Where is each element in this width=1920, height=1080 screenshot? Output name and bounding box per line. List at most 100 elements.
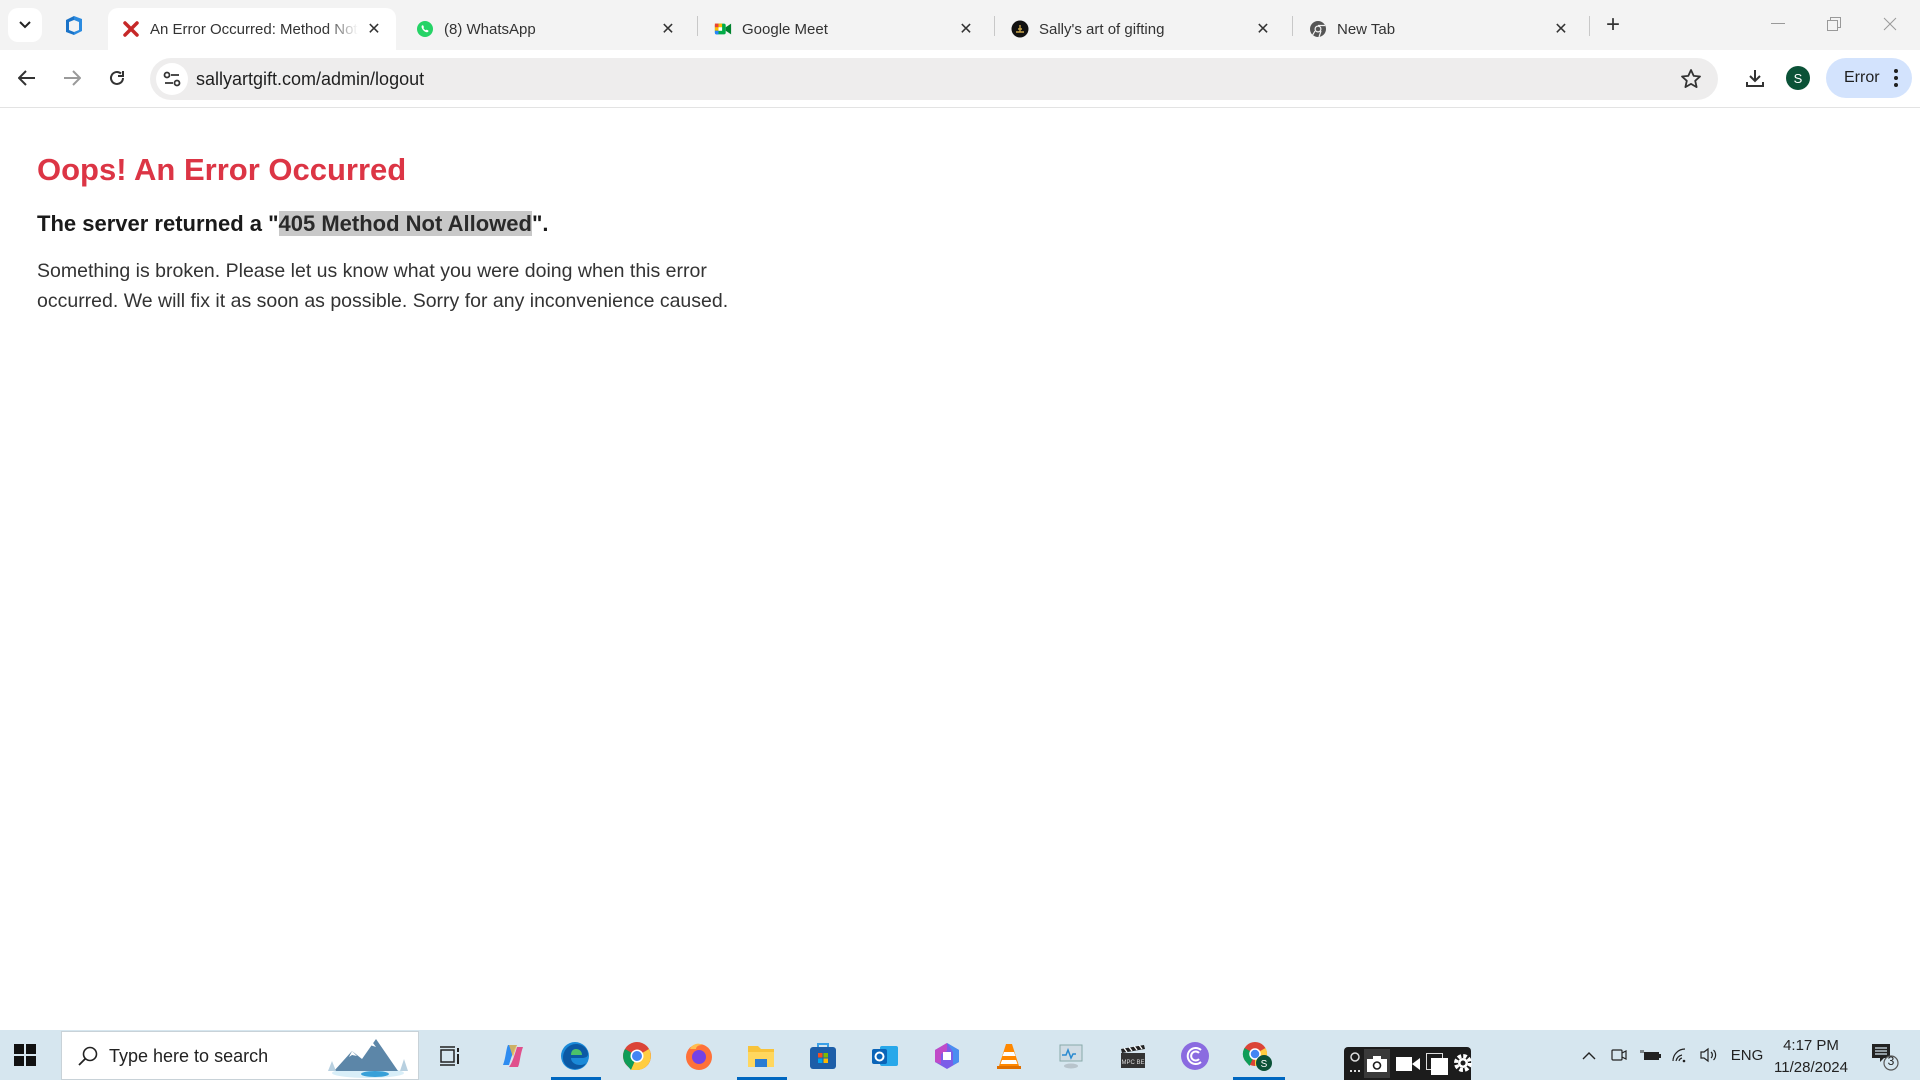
record-video-icon[interactable] xyxy=(1396,1055,1420,1073)
forward-button[interactable] xyxy=(55,61,89,95)
volume-button[interactable] xyxy=(1698,1044,1720,1066)
google-meet-icon xyxy=(714,20,732,38)
new-tab-button[interactable]: + xyxy=(1600,11,1626,38)
battery-charging-icon xyxy=(1640,1050,1661,1060)
close-tab-icon[interactable]: ✕ xyxy=(364,19,384,39)
task-view-button[interactable] xyxy=(434,1040,466,1072)
tab-separator xyxy=(697,16,698,36)
notification-center-button[interactable]: 3 xyxy=(1870,1042,1900,1072)
camera-icon xyxy=(1367,1055,1387,1072)
site-info-button[interactable] xyxy=(156,63,188,95)
clock-date: 11/28/2024 xyxy=(1774,1059,1848,1076)
clock[interactable]: 4:17 PM 11/28/2024 xyxy=(1768,1035,1854,1079)
close-window-button[interactable] xyxy=(1862,6,1918,42)
minimize-button[interactable] xyxy=(1750,6,1806,42)
restore-icon xyxy=(1827,17,1841,31)
copilot-button[interactable] xyxy=(497,1040,529,1072)
edge-button[interactable] xyxy=(559,1040,591,1072)
chrome-profile-button[interactable]: S xyxy=(1241,1040,1273,1072)
tab-title: An Error Occurred: Method Not Allowed xyxy=(150,20,358,38)
error-subheading: The server returned a "405 Method Not Al… xyxy=(37,208,797,240)
wifi-icon xyxy=(1672,1048,1686,1063)
file-explorer-button[interactable] xyxy=(745,1040,777,1072)
browser-toolbar: sallyartgift.com/admin/logout S Error xyxy=(0,50,1920,108)
notification-count: 3 xyxy=(1887,1054,1895,1068)
show-hidden-icons-button[interactable] xyxy=(1578,1044,1600,1066)
battery-button[interactable] xyxy=(1638,1044,1662,1066)
copilot-icon xyxy=(503,1045,523,1067)
search-icon xyxy=(78,1046,98,1066)
clock-time: 4:17 PM xyxy=(1783,1037,1839,1054)
close-tab-icon[interactable]: ✕ xyxy=(956,19,976,39)
close-tab-icon[interactable]: ✕ xyxy=(1253,19,1273,39)
chevron-down-icon xyxy=(19,21,31,29)
meet-now-button[interactable] xyxy=(1608,1044,1630,1066)
subheading-prefix: The server returned a " xyxy=(37,211,279,236)
taskbar-search-input[interactable]: Type here to search xyxy=(61,1031,419,1080)
vlc-button[interactable] xyxy=(993,1040,1025,1072)
error-chip-label: Error xyxy=(1844,69,1880,86)
windows-start-icon[interactable] xyxy=(14,1044,36,1066)
tab-search-button[interactable] xyxy=(8,8,42,42)
sally-logo-icon xyxy=(1011,20,1029,38)
tab-whatsapp[interactable]: (8) WhatsApp ✕ xyxy=(402,8,690,50)
taskbar: Type here to search MPC BE S ENG 4:17 PM… xyxy=(0,1030,1920,1080)
mpc-be-button[interactable]: MPC BE xyxy=(1117,1040,1149,1072)
chrome-profile-s-icon: S xyxy=(1242,1042,1272,1071)
whatsapp-icon xyxy=(416,20,434,38)
task-view-icon xyxy=(440,1046,459,1066)
error-message: Something is broken. Please let us know … xyxy=(37,260,729,312)
camera-share-icon xyxy=(1611,1049,1627,1061)
tab-sallys-art[interactable]: Sally's art of gifting ✕ xyxy=(997,8,1285,50)
screenshot-button[interactable] xyxy=(1364,1049,1390,1078)
bittorrent-icon xyxy=(1181,1042,1209,1070)
reload-button[interactable] xyxy=(100,61,134,95)
window-capture-icon[interactable] xyxy=(1426,1053,1448,1075)
azure-devops-icon[interactable] xyxy=(62,13,86,37)
reload-icon xyxy=(110,70,124,85)
tab-title: Sally's art of gifting xyxy=(1039,20,1165,38)
more-vert-icon xyxy=(1894,69,1898,87)
capture-toolbar xyxy=(1344,1047,1474,1080)
pin-icon[interactable] xyxy=(1348,1051,1362,1075)
chrome-icon xyxy=(623,1042,651,1070)
tab-google-meet[interactable]: Google Meet ✕ xyxy=(700,8,988,50)
download-icon xyxy=(1746,70,1764,87)
downloads-button[interactable] xyxy=(1738,61,1772,95)
error-menu-button[interactable]: Error xyxy=(1826,58,1912,98)
language-indicator[interactable]: ENG xyxy=(1730,1044,1764,1066)
error-code-highlight: 405 Method Not Allowed xyxy=(278,211,532,236)
svg-text:MPC BE: MPC BE xyxy=(1121,1060,1144,1066)
speaker-icon xyxy=(1700,1047,1717,1063)
microsoft-store-button[interactable] xyxy=(807,1040,839,1072)
bookmark-star-icon[interactable] xyxy=(1680,68,1702,90)
profile-avatar[interactable]: S xyxy=(1786,66,1810,90)
tab-error[interactable]: An Error Occurred: Method Not Allowed ✕ xyxy=(108,8,396,50)
resource-monitor-icon xyxy=(1059,1044,1083,1069)
network-button[interactable] xyxy=(1669,1044,1691,1066)
outlook-button[interactable] xyxy=(869,1040,901,1072)
search-highlight-mountain-icon xyxy=(328,1039,408,1078)
settings-gear-icon[interactable] xyxy=(1452,1052,1474,1074)
url-text[interactable]: sallyartgift.com/admin/logout xyxy=(196,69,424,90)
minimize-icon xyxy=(1771,23,1785,24)
tab-title: New Tab xyxy=(1337,20,1396,38)
red-x-icon xyxy=(122,20,140,38)
restore-button[interactable] xyxy=(1806,6,1862,42)
chrome-button[interactable] xyxy=(621,1040,653,1072)
vlc-icon xyxy=(997,1044,1021,1069)
firefox-button[interactable] xyxy=(683,1040,715,1072)
back-button[interactable] xyxy=(10,61,44,95)
tab-new-tab[interactable]: New Tab ✕ xyxy=(1295,8,1583,50)
close-tab-icon[interactable]: ✕ xyxy=(1551,19,1571,39)
microsoft-365-button[interactable] xyxy=(931,1040,963,1072)
mpc-be-icon: MPC BE xyxy=(1121,1044,1145,1068)
close-tab-icon[interactable]: ✕ xyxy=(658,19,678,39)
bittorrent-button[interactable] xyxy=(1179,1040,1211,1072)
tab-separator xyxy=(1589,16,1590,36)
chevron-up-icon xyxy=(1582,1051,1596,1059)
resource-monitor-button[interactable] xyxy=(1055,1040,1087,1072)
tab-title: Google Meet xyxy=(742,20,828,38)
firefox-icon xyxy=(686,1043,712,1070)
address-bar[interactable]: sallyartgift.com/admin/logout xyxy=(150,58,1718,100)
